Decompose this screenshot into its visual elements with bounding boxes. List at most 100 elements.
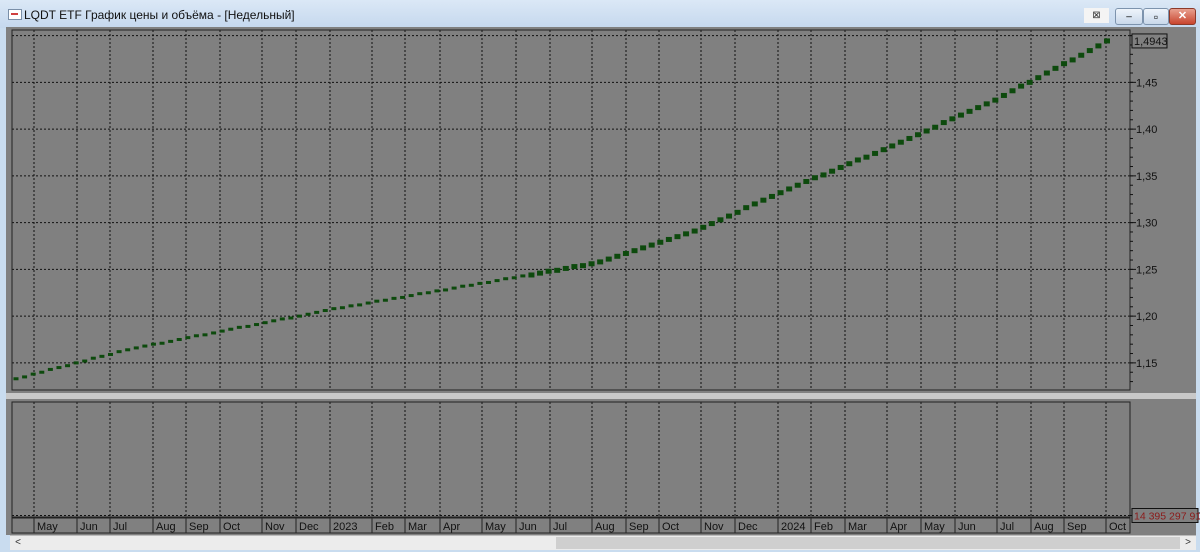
price-marker <box>494 279 500 283</box>
price-marker <box>846 161 853 167</box>
price-marker <box>940 120 947 126</box>
month-label: Sep <box>629 521 649 533</box>
price-marker <box>537 270 544 276</box>
price-marker <box>657 239 664 245</box>
horizontal-scrollbar[interactable]: < > <box>10 535 1196 550</box>
price-marker <box>528 272 535 278</box>
price-marker <box>365 301 371 305</box>
price-marker <box>957 112 964 118</box>
price-marker <box>794 182 801 188</box>
price-marker <box>90 356 96 360</box>
price-marker <box>73 361 79 365</box>
price-marker <box>915 132 922 138</box>
price-marker <box>374 299 380 303</box>
price-marker <box>811 175 818 181</box>
price-tick-label: 1,25 <box>1136 264 1157 276</box>
price-marker <box>786 186 793 192</box>
price-marker <box>520 274 526 278</box>
price-marker <box>296 314 302 318</box>
price-marker <box>992 97 999 103</box>
price-marker <box>717 217 724 223</box>
price-marker <box>820 172 827 178</box>
price-marker <box>683 231 690 237</box>
price-marker <box>1086 48 1093 54</box>
last-volume-label: 14 395 297 912 <box>1134 511 1200 523</box>
price-marker <box>477 281 483 285</box>
chart-canvas[interactable]: 1,151,201,251,301,351,401,455 000 000 00… <box>0 0 1200 552</box>
month-label: Feb <box>814 521 833 533</box>
panel-splitter <box>6 393 1196 399</box>
price-marker <box>305 312 311 316</box>
price-marker <box>22 375 28 379</box>
price-marker <box>640 245 647 251</box>
price-marker <box>228 327 234 331</box>
price-marker <box>1035 75 1042 81</box>
price-tick-label: 1,40 <box>1136 124 1157 136</box>
price-marker <box>691 228 698 234</box>
price-marker <box>176 338 182 342</box>
price-marker <box>708 221 715 227</box>
price-marker <box>254 323 260 327</box>
price-marker <box>443 288 449 292</box>
price-marker <box>734 209 741 215</box>
price-marker <box>1043 70 1050 76</box>
price-marker <box>906 135 913 141</box>
price-marker <box>579 263 586 269</box>
month-label: Aug <box>595 521 615 533</box>
price-marker <box>460 284 466 288</box>
price-marker <box>425 291 431 295</box>
month-label: 2024 <box>781 521 805 533</box>
price-marker <box>614 253 621 259</box>
price-marker <box>107 352 113 356</box>
month-label: Nov <box>704 521 724 533</box>
price-marker <box>983 101 990 107</box>
month-label: Sep <box>1067 521 1087 533</box>
month-label: Jun <box>80 521 98 533</box>
price-marker <box>65 364 71 368</box>
price-marker <box>562 265 569 271</box>
scroll-left-arrow[interactable]: < <box>12 536 24 550</box>
scroll-right-arrow[interactable]: > <box>1182 536 1194 550</box>
price-marker <box>357 303 363 307</box>
price-marker <box>837 164 844 170</box>
price-marker <box>571 264 578 270</box>
price-marker <box>880 147 887 153</box>
price-marker <box>434 289 440 293</box>
price-marker <box>854 157 861 163</box>
price-marker <box>56 366 62 370</box>
price-marker <box>314 310 320 314</box>
price-marker <box>219 329 225 333</box>
price-marker <box>545 268 552 274</box>
price-marker <box>1018 83 1025 89</box>
price-marker <box>700 224 707 230</box>
price-marker <box>1061 61 1068 67</box>
price-marker <box>99 354 105 358</box>
month-label: Dec <box>299 521 319 533</box>
month-label: 2023 <box>333 521 357 533</box>
month-label: Oct <box>662 521 679 533</box>
price-marker <box>125 348 131 352</box>
price-marker <box>391 296 397 300</box>
price-marker <box>588 261 595 267</box>
price-marker <box>777 190 784 196</box>
price-marker <box>262 321 268 325</box>
price-marker <box>674 234 681 240</box>
month-label: Aug <box>1034 521 1054 533</box>
price-marker <box>503 277 509 281</box>
price-marker <box>348 304 354 308</box>
price-marker <box>400 295 406 299</box>
price-marker <box>768 193 775 199</box>
price-marker <box>1009 88 1016 94</box>
last-price-label: 1,4943 <box>1134 36 1168 48</box>
price-marker <box>631 248 638 254</box>
price-tick-label: 1,35 <box>1136 171 1157 183</box>
x-axis: May Jun Jul Aug Sep Oct Nov Dec 2023 Feb Mar Apr May… <box>11 517 1131 534</box>
price-marker <box>168 339 174 343</box>
price-marker <box>382 298 388 302</box>
scrollbar-thumb[interactable] <box>556 537 1180 549</box>
month-label: Oct <box>1109 521 1126 533</box>
price-marker <box>622 250 629 256</box>
month-label: Apr <box>890 521 907 533</box>
month-label: Mar <box>848 521 867 533</box>
month-label: Jul <box>113 521 127 533</box>
